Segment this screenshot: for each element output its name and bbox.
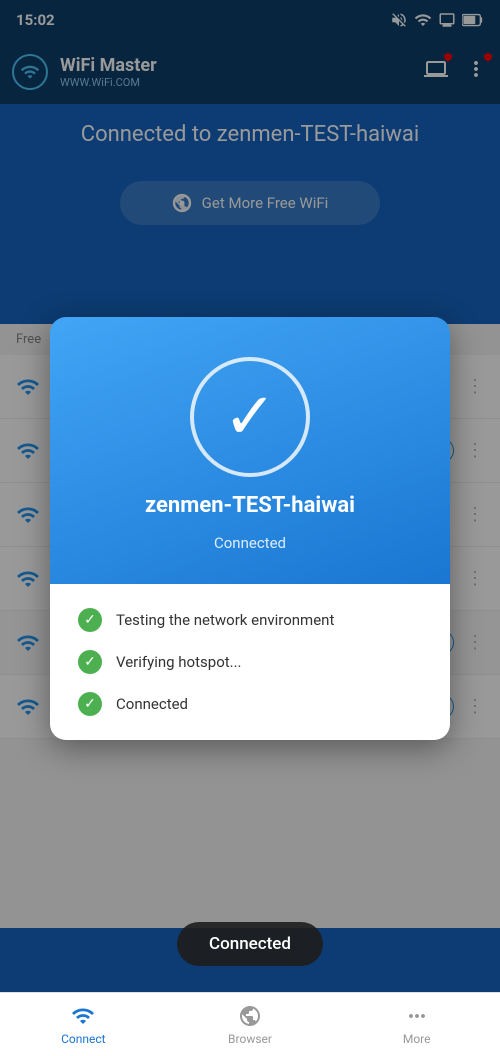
check-item-label-1: Testing the network environment [116,611,334,629]
check-item-label-2: Verifying hotspot... [116,653,242,671]
connection-modal: ✓ zenmen-TEST-haiwai Connected ✓ Testing… [50,317,450,740]
menu-badge [484,53,492,61]
status-time: 15:02 [16,11,55,29]
banner-text: Connected to zenmen-TEST-haiwai [81,122,420,147]
nav-label-connect: Connect [61,1032,105,1046]
battery-icon [462,13,484,27]
app-subtitle: WWW.WiFi.COM [60,76,412,89]
modal-header: ✓ zenmen-TEST-haiwai Connected [50,317,450,584]
nav-item-more[interactable]: More [333,1004,500,1046]
modal-status-text: Connected [214,534,286,552]
more-nav-icon [405,1004,429,1028]
more-options-icon[interactable]: ⋮ [466,376,484,397]
wifi-nav-icon [71,1004,95,1028]
status-bar: 15:02 [0,0,500,40]
toast-label: Connected [209,934,291,954]
nav-item-connect[interactable]: Connect [0,1004,167,1046]
check-icon-3: ✓ [78,692,102,716]
app-bar-actions [424,57,488,87]
check-item-3: ✓ Connected [78,692,422,716]
check-item-label-3: Connected [116,695,188,713]
nav-label-more: More [403,1032,431,1046]
check-icon-2: ✓ [78,650,102,674]
app-bar: WiFi Master WWW.WiFi.COM [0,40,500,104]
check-item-2: ✓ Verifying hotspot... [78,650,422,674]
modal-body: ✓ Testing the network environment ✓ Veri… [50,584,450,740]
app-logo [12,54,48,90]
bottom-nav: Connect Browser More [0,992,500,1056]
screen-icon [438,11,456,29]
connected-toast: Connected [177,922,323,966]
checkmark-icon: ✓ [223,385,277,449]
connected-banner: Connected to zenmen-TEST-haiwai [0,104,500,165]
screen-share-button[interactable] [424,57,448,87]
modal-network-name: zenmen-TEST-haiwai [145,493,355,518]
more-options-icon[interactable]: ⋮ [466,440,484,461]
more-options-icon[interactable]: ⋮ [466,504,484,525]
more-options-icon[interactable]: ⋮ [466,568,484,589]
mute-icon [390,11,408,29]
app-title: WiFi Master [60,55,412,76]
get-free-wifi-label: Get More Free WiFi [202,194,329,212]
nav-item-browser[interactable]: Browser [167,1004,334,1046]
get-free-wifi-button[interactable]: Get More Free WiFi [120,181,380,225]
success-circle: ✓ [190,357,310,477]
more-options-icon[interactable]: ⋮ [466,696,484,717]
app-title-block: WiFi Master WWW.WiFi.COM [60,55,412,89]
browser-nav-icon [238,1004,262,1028]
menu-button[interactable] [464,57,488,87]
nav-label-browser: Browser [228,1032,272,1046]
screen-share-badge [444,53,452,61]
wifi-status-icon [414,11,432,29]
more-options-icon[interactable]: ⋮ [466,632,484,653]
status-icons [390,11,484,29]
check-item-1: ✓ Testing the network environment [78,608,422,632]
check-icon-1: ✓ [78,608,102,632]
